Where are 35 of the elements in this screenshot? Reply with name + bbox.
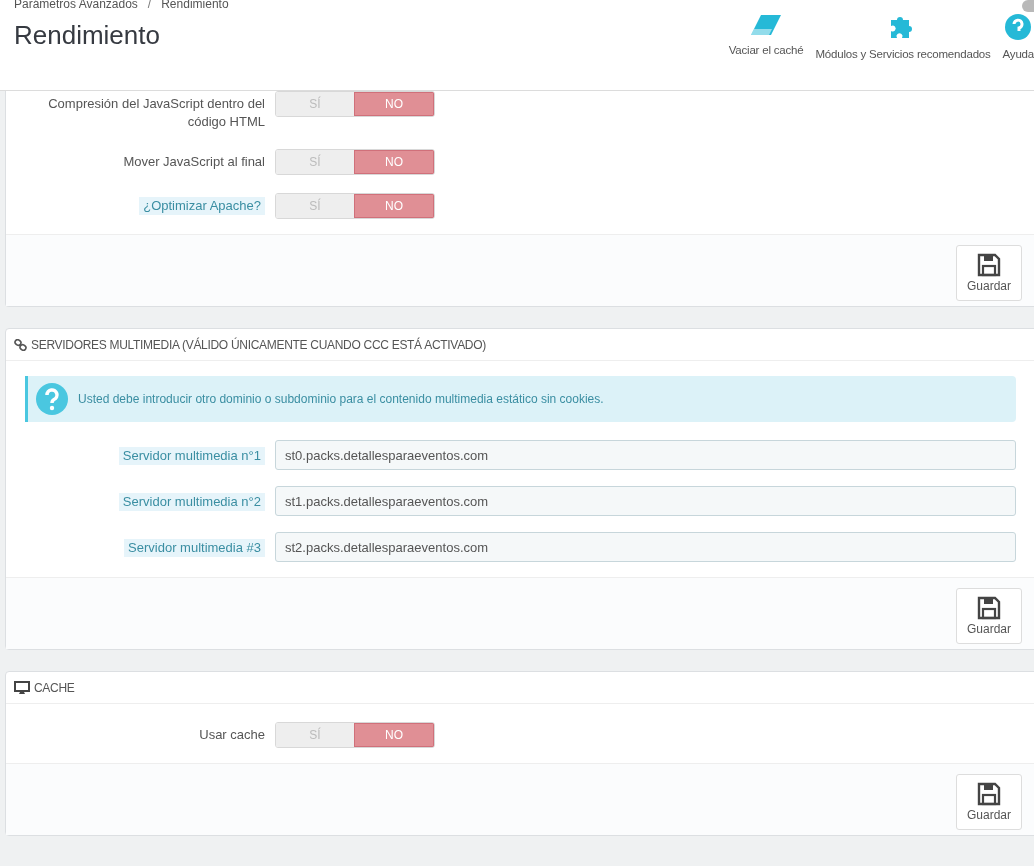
field-label: Compresión del JavaScript dentro del código HTML <box>47 95 265 131</box>
help-label: Servidor multimedia n°2 <box>118 493 265 511</box>
avatar[interactable] <box>1022 0 1034 12</box>
page-title: Rendimiento <box>14 20 161 51</box>
save-button[interactable]: Guardar <box>956 774 1022 830</box>
breadcrumb-link[interactable]: Rendimiento <box>161 0 229 11</box>
no-option[interactable]: NO <box>354 92 434 116</box>
help-label: ¿Optimizar Apache? <box>139 197 265 215</box>
save-button[interactable]: Guardar <box>956 588 1022 644</box>
save-icon <box>977 596 1001 620</box>
toolbar-button[interactable]: Ayuda <box>1002 14 1034 90</box>
breadcrumb-separator: / <box>147 0 152 11</box>
field-label: Usar cache <box>199 726 265 744</box>
help-label: Servidor multimedia #3 <box>124 539 265 557</box>
server-field[interactable]: st2.packs.detallesparaeventos.com <box>275 532 1016 562</box>
panel-title: CACHE <box>34 680 75 695</box>
save-button[interactable]: Guardar <box>956 245 1022 301</box>
server-field[interactable]: st1.packs.detallesparaeventos.com <box>275 486 1016 516</box>
save-icon <box>977 253 1001 277</box>
field-label: Mover JavaScript al final <box>123 153 265 171</box>
question-icon <box>36 383 68 415</box>
save-icon <box>977 782 1001 806</box>
monitor-icon <box>14 680 30 695</box>
no-option[interactable]: NO <box>354 194 434 218</box>
server-field[interactable]: st0.packs.detallesparaeventos.com <box>275 440 1016 470</box>
no-option[interactable]: NO <box>354 723 434 747</box>
no-option[interactable]: NO <box>354 150 434 174</box>
breadcrumb-link[interactable]: Parámetros Avanzados <box>14 0 138 11</box>
panel-title: SERVIDORES MULTIMEDIA (VÁLIDO ÚNICAMENTE CUANDO CCC ESTÁ ACTIVADO) <box>31 337 486 352</box>
toolbar-button[interactable]: Módulos y Servicios recomendados <box>815 14 991 90</box>
toolbar-button[interactable]: Vaciar el caché <box>728 14 804 90</box>
alert-text: Usted debe introducir otro dominio o subdominio para el contenido multimedia estático sin cookies. <box>78 392 604 406</box>
link-icon <box>14 338 27 351</box>
help-label: Servidor multimedia n°1 <box>118 447 265 465</box>
eraser-icon <box>749 14 784 36</box>
